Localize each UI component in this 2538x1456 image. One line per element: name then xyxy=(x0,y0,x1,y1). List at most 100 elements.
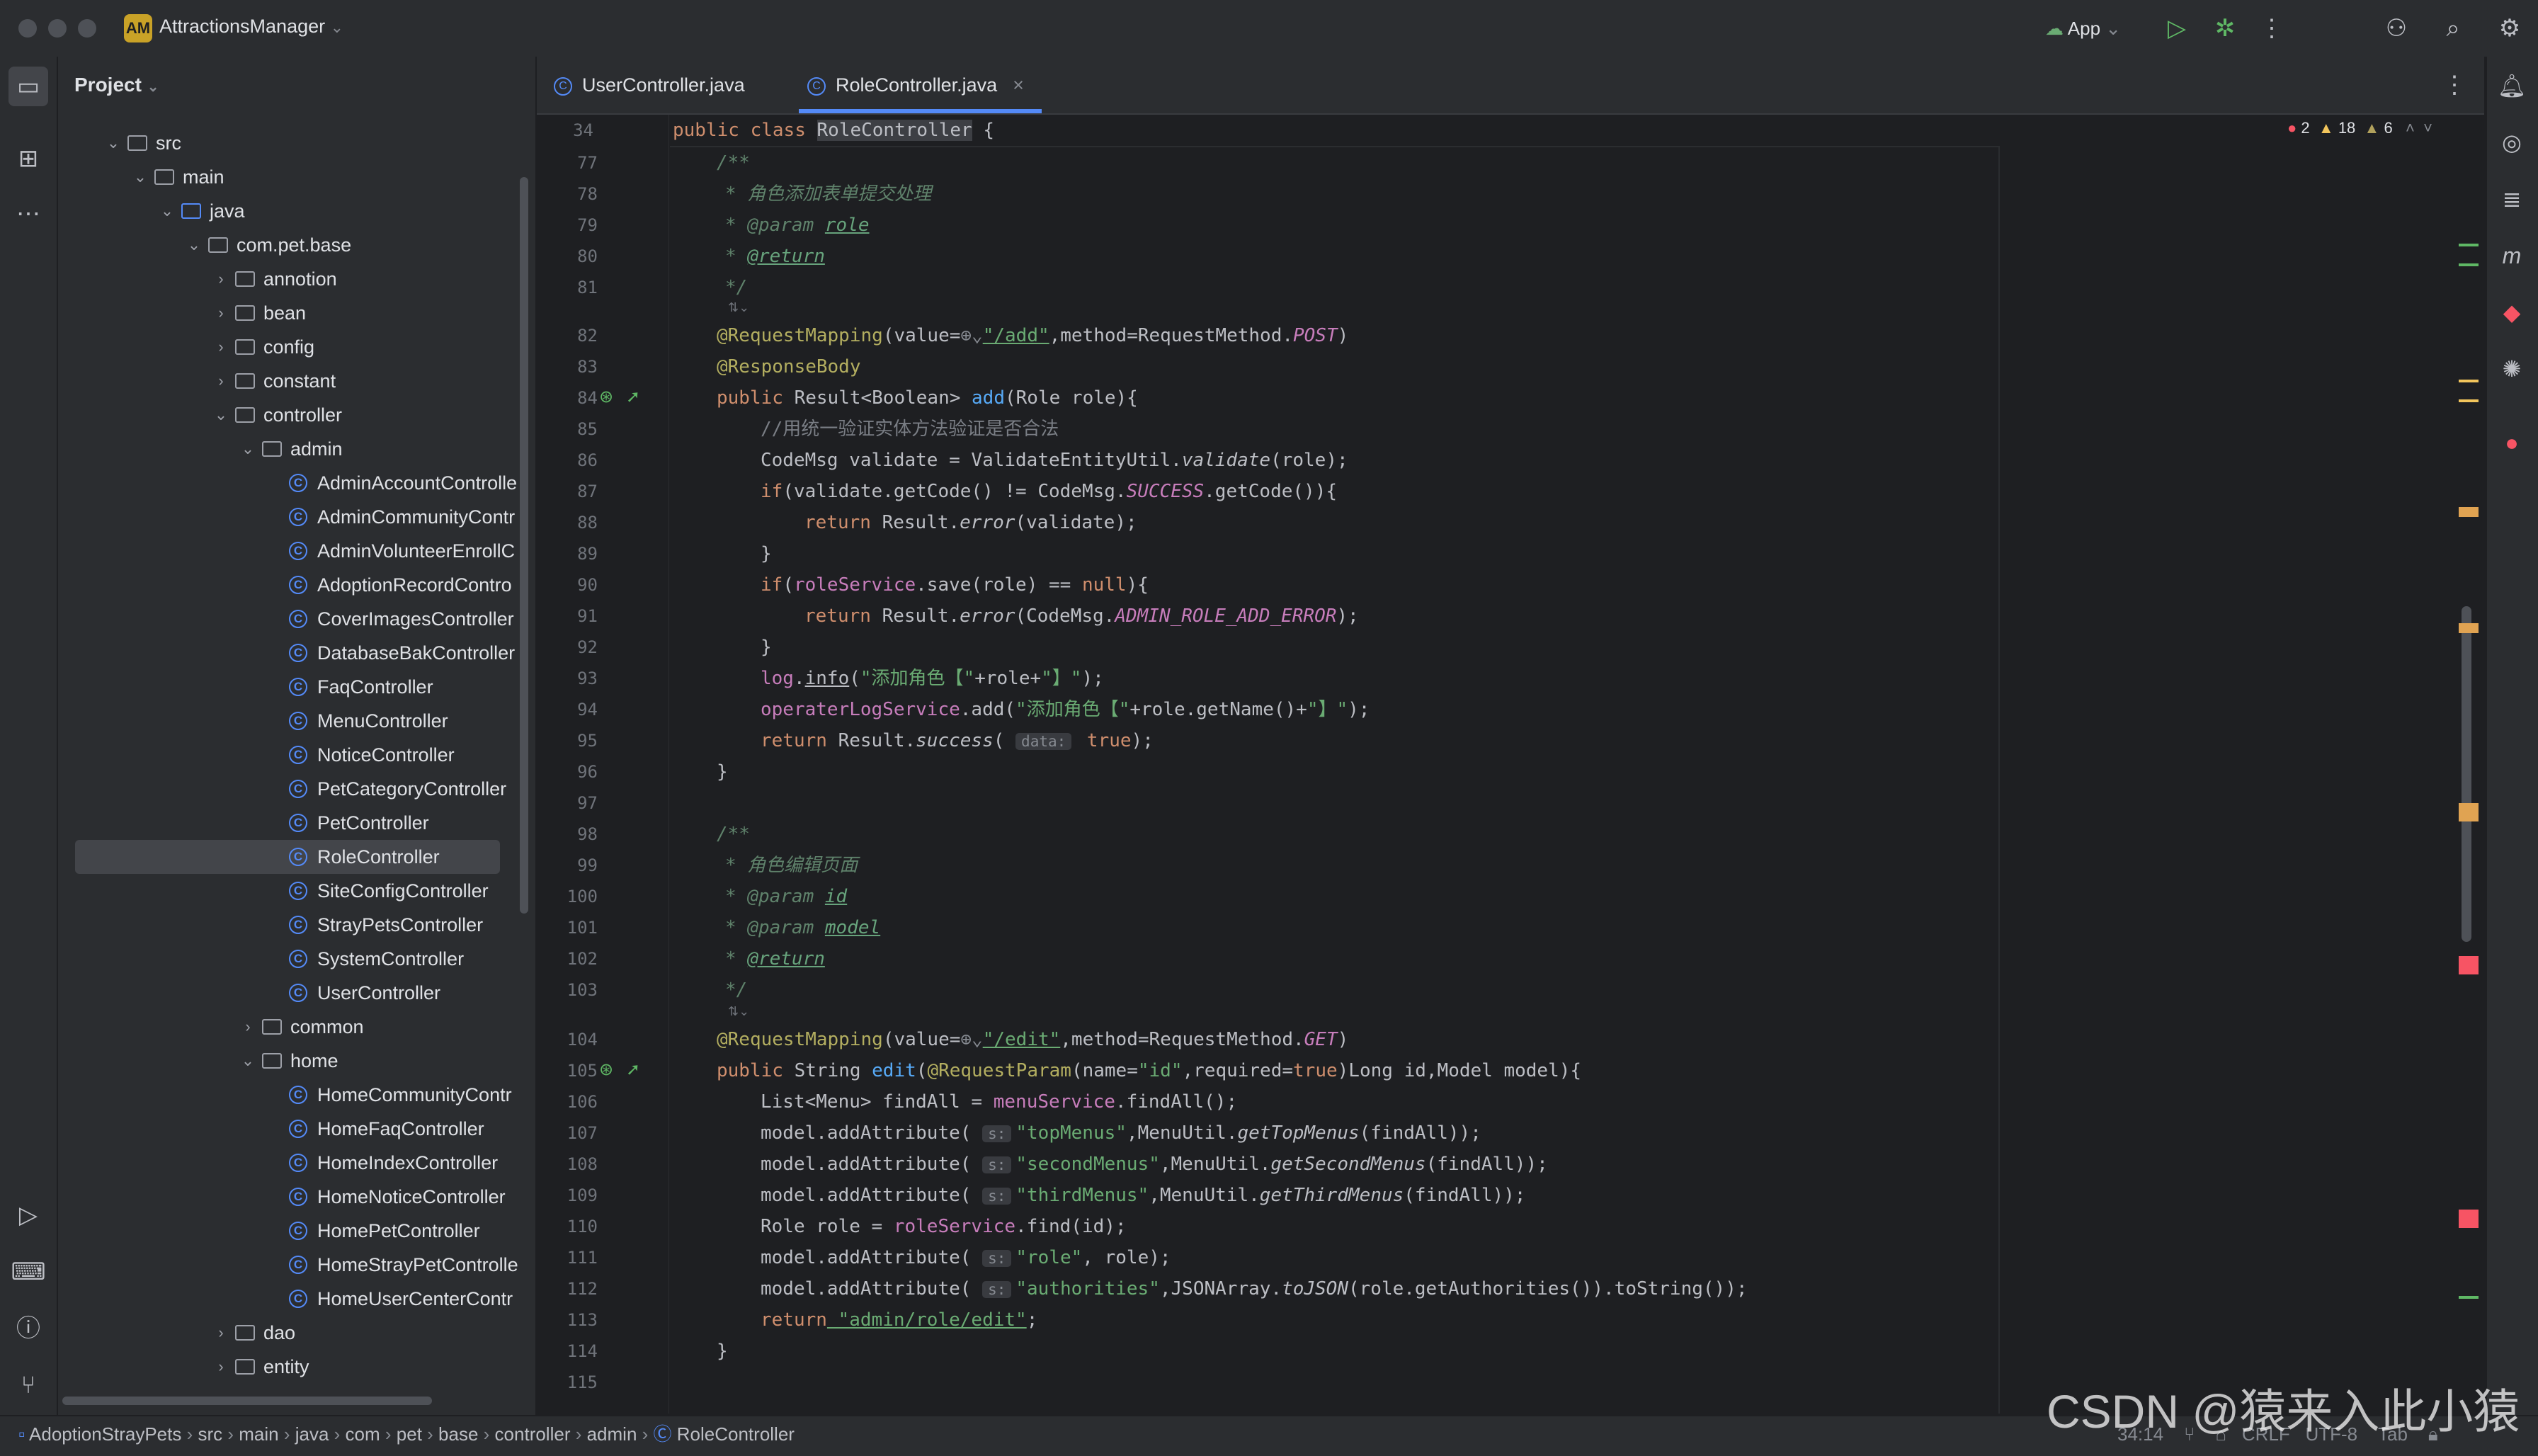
chevron-right-icon[interactable]: › xyxy=(212,262,229,296)
tree-item-homeindexcontroller[interactable]: C HomeIndexController xyxy=(58,1146,535,1180)
code-line-89[interactable]: } xyxy=(761,538,772,569)
chevron-down-icon[interactable]: ⌄ xyxy=(212,398,229,432)
code-line-110[interactable]: Role role = roleService.find(id); xyxy=(761,1211,1127,1242)
tree-item-common[interactable]: › common xyxy=(58,1010,535,1044)
chevron-right-icon[interactable]: › xyxy=(212,1316,229,1350)
search-icon[interactable]: ⌕ xyxy=(2437,14,2469,42)
chevron-down-icon[interactable]: ⌄ xyxy=(239,1044,256,1078)
chevron-down-icon[interactable]: ⌄ xyxy=(186,228,203,262)
run-config-selector[interactable]: ☁ App ⌄ xyxy=(2045,14,2121,42)
tree-item-siteconfigcontroller[interactable]: C SiteConfigController xyxy=(58,874,535,908)
code-line-80[interactable]: * @return xyxy=(725,241,825,272)
breadcrumb-item[interactable]: com xyxy=(346,1423,380,1445)
tree-item-homepetcontroller[interactable]: C HomePetController xyxy=(58,1214,535,1248)
tree-item-admin[interactable]: ⌄ admin xyxy=(58,432,535,466)
project-switcher[interactable]: AttractionsManager ⌄ xyxy=(159,16,343,38)
tree-item-home[interactable]: ⌄ home xyxy=(58,1044,535,1078)
spring-bean-gutter-icon[interactable]: ⊛ xyxy=(599,1059,613,1080)
breadcrumb-item[interactable]: AdoptionStrayPets xyxy=(29,1423,181,1445)
tree-item-databasebakcontroller[interactable]: C DatabaseBakController xyxy=(58,636,535,670)
endpoint-gutter-icon[interactable]: ➚ xyxy=(626,387,640,407)
code-line-100[interactable]: * @param id xyxy=(725,881,847,912)
code-line-112[interactable]: model.addAttribute( s: "authorities",JSON… xyxy=(761,1273,1748,1304)
chevron-right-icon[interactable]: › xyxy=(212,296,229,330)
chevron-right-icon[interactable]: › xyxy=(212,330,229,364)
tree-item-petcategorycontroller[interactable]: C PetCategoryController xyxy=(58,772,535,806)
tab-options-icon[interactable]: ⋮ xyxy=(2439,71,2470,99)
code-line-111[interactable]: model.addAttribute( s: "role", role); xyxy=(761,1242,1171,1273)
chevron-down-icon[interactable]: ⌄ xyxy=(239,432,256,466)
project-panel-header[interactable]: Project ⌄ xyxy=(74,74,159,96)
code-line-105[interactable]: public String edit(@RequestParam(name="i… xyxy=(717,1055,1581,1086)
tree-item-noticecontroller[interactable]: C NoticeController xyxy=(58,738,535,772)
inspection-widget[interactable]: ● 2 ▲ 18 ▲ 6 ˄ ˅ xyxy=(2287,119,2432,137)
code-line-114[interactable]: } xyxy=(717,1336,728,1367)
tab-user-controller[interactable]: C UserController.java xyxy=(554,57,745,113)
project-horizontal-scrollbar[interactable] xyxy=(62,1397,432,1405)
tree-item-petcontroller[interactable]: C PetController xyxy=(58,806,535,840)
tree-item-controller[interactable]: ⌄ controller xyxy=(58,398,535,432)
debug-icon[interactable]: ✲ xyxy=(2209,14,2241,42)
tree-item-faqcontroller[interactable]: C FaqController xyxy=(58,670,535,704)
tree-item-homenoticecontroller[interactable]: C HomeNoticeController xyxy=(58,1180,535,1214)
project-folder-icon[interactable]: ▭ xyxy=(8,67,48,106)
tree-item-config[interactable]: › config xyxy=(58,330,535,364)
tree-item-homecommunitycontr[interactable]: C HomeCommunityContr xyxy=(58,1078,535,1112)
problems-icon[interactable]: ⓘ xyxy=(8,1309,48,1348)
code-line-78[interactable]: * 角色添加表单提交处理 xyxy=(725,178,931,210)
tree-item-dao[interactable]: › dao xyxy=(58,1316,535,1350)
code-line-90[interactable]: if(roleService.save(role) == null){ xyxy=(761,569,1149,601)
tree-item-rolecontroller[interactable]: C RoleController xyxy=(58,840,535,874)
tree-item-adminvolunteerenrollc[interactable]: C AdminVolunteerEnrollC xyxy=(58,534,535,568)
code-line-88[interactable]: return Result.error(validate); xyxy=(804,507,1137,538)
code-line-77[interactable]: /** xyxy=(717,147,750,178)
tree-item-main[interactable]: ⌄ main xyxy=(58,160,535,194)
code-line-102[interactable]: * @return xyxy=(725,943,825,974)
code-line-85[interactable]: //用统一验证实体方法验证是否合法 xyxy=(761,414,1059,445)
tree-item-bean[interactable]: › bean xyxy=(58,296,535,330)
code-line-99[interactable]: * 角色编辑页面 xyxy=(725,850,858,881)
code-line-108[interactable]: model.addAttribute( s: "secondMenus",Menu… xyxy=(761,1149,1548,1180)
tree-item-homestraypetcontrolle[interactable]: C HomeStrayPetControlle xyxy=(58,1248,535,1282)
database-icon[interactable]: ≣ xyxy=(2494,181,2530,217)
code-line-87[interactable]: if(validate.getCode() != CodeMsg.SUCCESS… xyxy=(761,476,1337,507)
maven-icon[interactable]: m xyxy=(2494,238,2530,273)
tree-item-java[interactable]: ⌄ java xyxy=(58,194,535,228)
plugin-helm-icon[interactable]: ✺ xyxy=(2494,351,2530,387)
git-icon[interactable]: ⑂ xyxy=(8,1365,48,1405)
plugin-bird-icon[interactable]: ◆ xyxy=(2494,295,2530,330)
code-line-96[interactable]: } xyxy=(717,756,728,787)
code-line-106[interactable]: List<Menu> findAll = menuService.findAll… xyxy=(761,1086,1237,1117)
tree-item-com-pet-base[interactable]: ⌄ com.pet.base xyxy=(58,228,535,262)
breadcrumb-item[interactable]: pet xyxy=(397,1423,422,1445)
breadcrumb-item[interactable]: main xyxy=(239,1423,278,1445)
tab-role-controller[interactable]: C RoleController.java × xyxy=(807,57,1024,113)
breadcrumb-item[interactable]: base xyxy=(438,1423,478,1445)
code-line-109[interactable]: model.addAttribute( s: "thirdMenus",MenuU… xyxy=(761,1180,1525,1211)
chevron-down-icon[interactable]: ˅ xyxy=(2423,119,2432,137)
tree-item-systemcontroller[interactable]: C SystemController xyxy=(58,942,535,976)
code-line-86[interactable]: CodeMsg validate = ValidateEntityUtil.va… xyxy=(761,445,1348,476)
code-line-81[interactable]: */ xyxy=(725,272,747,303)
services-icon[interactable]: ▷ xyxy=(8,1195,48,1235)
breadcrumb-item[interactable]: src xyxy=(198,1423,222,1445)
spring-bean-gutter-icon[interactable]: ⊛ xyxy=(599,387,613,407)
tree-item-constant[interactable]: › constant xyxy=(58,364,535,398)
project-badge[interactable]: AM xyxy=(124,14,152,42)
window-zoom-button[interactable] xyxy=(78,19,96,38)
code-line-84[interactable]: public Result<Boolean> add(Role role){ xyxy=(717,382,1138,414)
tree-item-coverimagescontroller[interactable]: C CoverImagesController xyxy=(58,602,535,636)
tree-item-admincommunitycontr[interactable]: C AdminCommunityContr xyxy=(58,500,535,534)
more-tools-icon[interactable]: ⋯ xyxy=(8,194,48,234)
code-line-91[interactable]: return Result.error(CodeMsg.ADMIN_ROLE_A… xyxy=(804,601,1359,632)
sticky-code[interactable]: public class RoleController { xyxy=(673,115,994,146)
breadcrumb-item[interactable]: admin xyxy=(587,1423,637,1445)
chevron-right-icon[interactable]: › xyxy=(212,364,229,398)
tree-item-adminaccountcontrolle[interactable]: C AdminAccountControlle xyxy=(58,466,535,500)
tree-item-homefaqcontroller[interactable]: C HomeFaqController xyxy=(58,1112,535,1146)
run-icon[interactable]: ▷ xyxy=(2161,14,2192,42)
tree-item-usercontroller[interactable]: C UserController xyxy=(58,976,535,1010)
tree-item-annotion[interactable]: › annotion xyxy=(58,262,535,296)
tree-item-adoptionrecordcontro[interactable]: C AdoptionRecordContro xyxy=(58,568,535,602)
tree-item-menucontroller[interactable]: C MenuController xyxy=(58,704,535,738)
